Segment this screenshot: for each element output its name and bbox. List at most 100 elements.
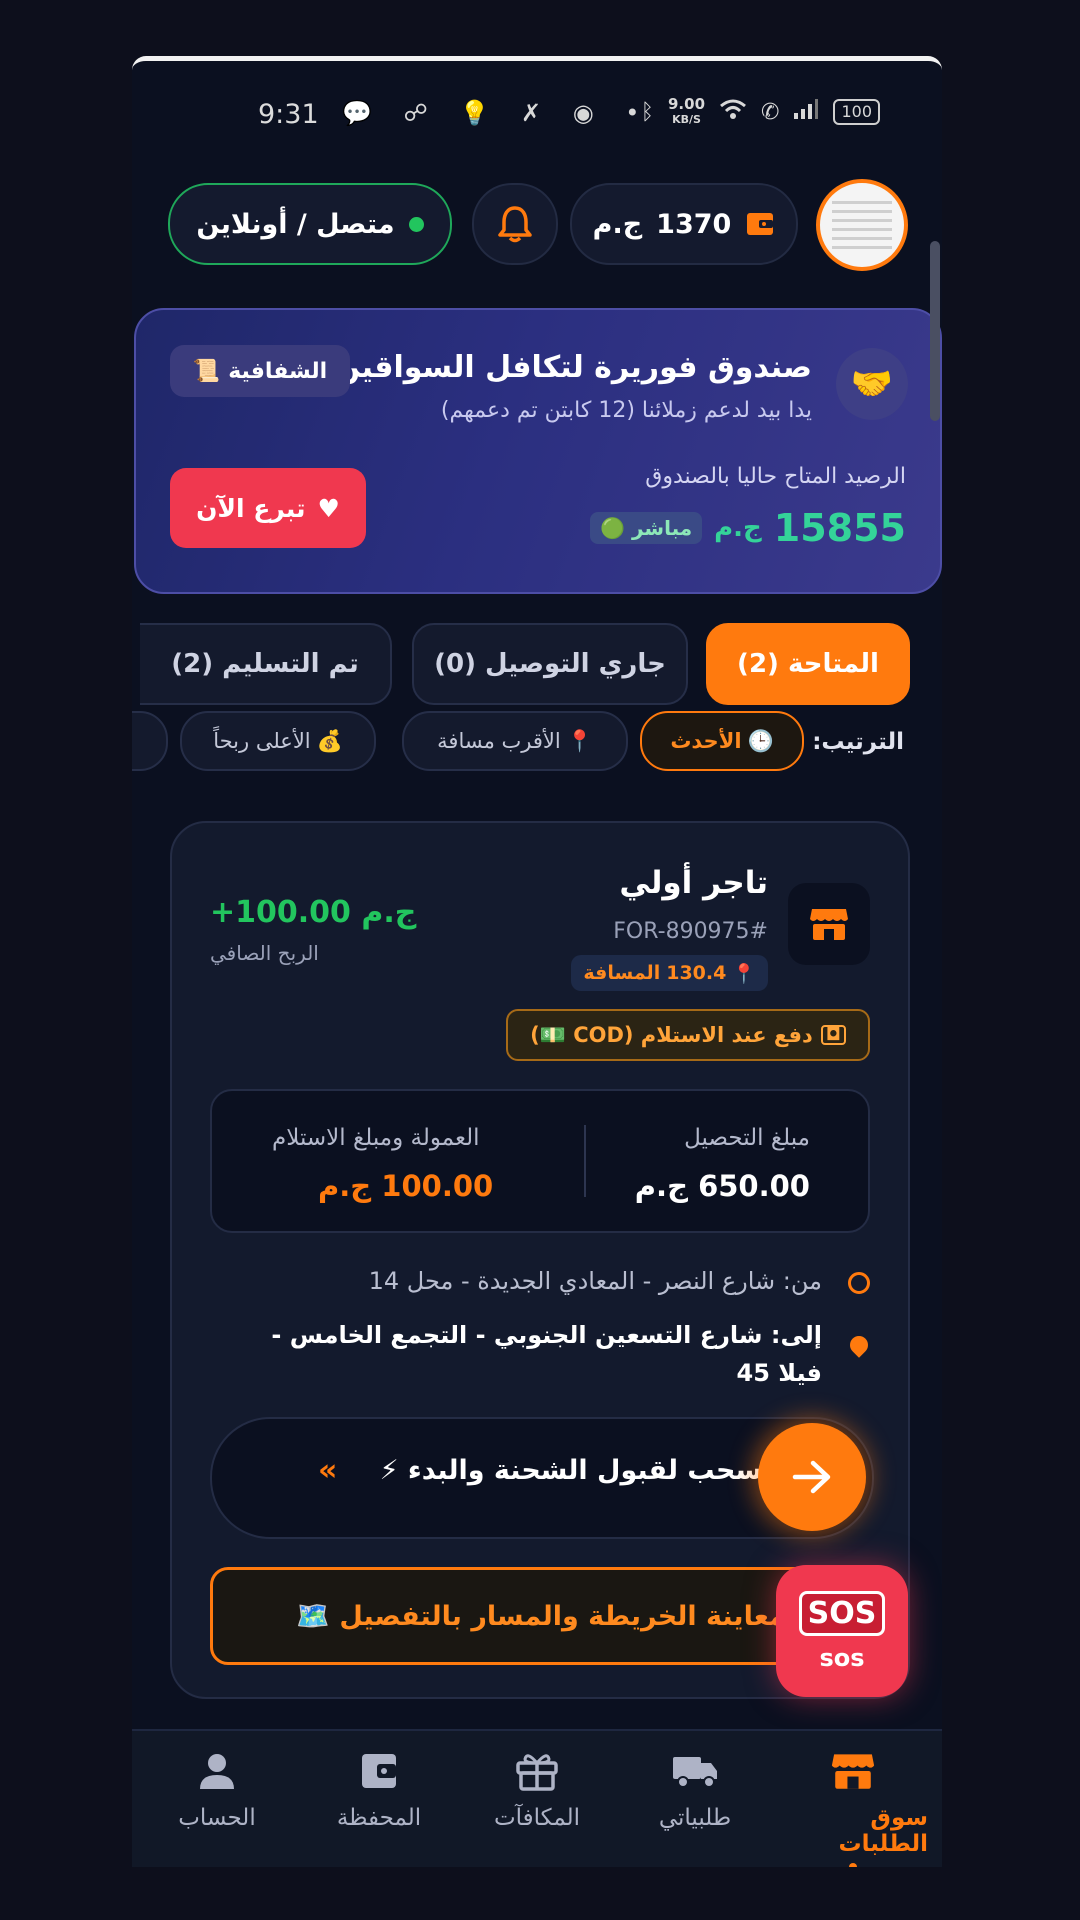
net-speed-value: 9.00 xyxy=(668,95,706,113)
tab-delivered[interactable]: تم التسليم (2) xyxy=(140,623,392,705)
tab-delivered-label: تم التسليم (2) xyxy=(171,649,359,679)
profit-currency: ج.م xyxy=(361,895,417,930)
solidarity-fund-card: 🤝 صندوق فوريرة لتكافل السواقين يدا بيد ل… xyxy=(134,308,942,594)
nav-rewards-label: المكافآت xyxy=(493,1805,581,1831)
dropoff-address-line2: فيلا 45 xyxy=(736,1359,823,1387)
sos-button[interactable]: SOS sos xyxy=(776,1565,908,1697)
cod-label: دفع عند الاستلام (COD 💵) xyxy=(530,1022,813,1047)
swipe-label: سحب لقبول الشحنة والبدء ⚡ xyxy=(379,1455,762,1486)
sos-icon: SOS xyxy=(798,1590,886,1636)
order-id: FOR-890975# xyxy=(613,919,768,944)
sort-highest-profit-label: الأعلى ربحاً xyxy=(213,729,311,753)
distance-label: المسافة xyxy=(583,962,661,984)
transparency-label: الشفافية xyxy=(228,358,328,384)
commission-value: 100.00 ج.م xyxy=(318,1169,494,1203)
wallet-icon xyxy=(362,1754,396,1788)
donate-label: تبرع الآن xyxy=(196,493,306,523)
bell-icon xyxy=(498,206,532,243)
heart-icon: ♥ xyxy=(317,493,340,523)
merchant-name: تاجر أولي xyxy=(619,865,768,901)
pin-icon: 📍 xyxy=(732,962,756,985)
sort-label: الترتيب: xyxy=(812,729,904,755)
transparency-button[interactable]: الشفافية 📜 xyxy=(170,345,350,397)
notifications-button[interactable] xyxy=(472,183,558,265)
system-icons: ᛒ 9.00 KB/S ✆ 100 xyxy=(641,97,880,127)
amounts-divider xyxy=(584,1125,586,1197)
amounts-box: مبلغ التحصيل 650.00 ج.م العمولة ومبلغ ال… xyxy=(210,1089,870,1233)
tab-in-delivery[interactable]: جاري التوصيل (0) xyxy=(412,623,688,705)
nav-wallet-label: المحفظة xyxy=(336,1805,422,1831)
fund-balance-row: 15855 ج.م مباشر 🟢 xyxy=(590,506,906,550)
tab-available-label: المتاحة (2) xyxy=(737,649,879,679)
signal-icon xyxy=(793,98,819,126)
fund-subtitle: يدا بيد لدعم زملائنا (12 كابتن تم دعمهم) xyxy=(440,398,812,423)
wallet-balance-button[interactable]: ج.م 1370 xyxy=(570,183,798,265)
cash-icon: ◘ xyxy=(820,1025,846,1045)
notification-icons: 💬 ☍ 💡 ✗ ◉ • xyxy=(342,99,652,127)
tab-in-delivery-label: جاري التوصيل (0) xyxy=(434,649,666,679)
sort-newest-label: الأحدث xyxy=(670,729,742,753)
nav-account[interactable]: الحساب xyxy=(142,1751,292,1831)
nav-rewards[interactable]: المكافآت xyxy=(462,1751,612,1831)
net-speed: 9.00 KB/S xyxy=(668,97,705,127)
live-label: مباشر xyxy=(631,516,693,540)
sort-more-chip[interactable] xyxy=(132,711,168,771)
pickup-address: من: شارع النصر - المعادي الجديدة - محل 1… xyxy=(368,1267,822,1295)
collect-amount-label: مبلغ التحصيل xyxy=(684,1125,810,1151)
handshake-icon: 🤝 xyxy=(836,348,908,420)
collect-amount-value: 650.00 ج.م xyxy=(634,1169,810,1203)
sort-nearest-label: الأقرب مسافة xyxy=(437,729,561,753)
commission-label: العمولة ومبلغ الاستلام xyxy=(272,1125,480,1151)
distance-value: 130.4 xyxy=(666,962,727,984)
donate-button[interactable]: ♥ تبرع الآن xyxy=(170,468,366,548)
avatar-image xyxy=(832,201,892,249)
phone-screen: 9:31 💬 ☍ 💡 ✗ ◉ • ᛒ 9.00 KB/S ✆ 100 متصل … xyxy=(132,56,942,1867)
call-icon: ✆ xyxy=(761,99,780,125)
store-icon xyxy=(831,1754,875,1789)
sort-newest-chip[interactable]: 🕒 الأحدث xyxy=(640,711,804,771)
swipe-arrows-icon: « xyxy=(318,1453,338,1488)
page-scrollbar[interactable] xyxy=(930,241,940,421)
scroll-icon: 📜 xyxy=(192,358,221,384)
fund-title: صندوق فوريرة لتكافل السواقين xyxy=(334,350,812,385)
status-time: 9:31 xyxy=(258,99,319,130)
live-badge: مباشر 🟢 xyxy=(590,512,703,544)
online-status-toggle[interactable]: متصل / أونلاين xyxy=(168,183,452,265)
nav-my-orders[interactable]: طلبياتي xyxy=(620,1751,770,1831)
net-speed-unit: KB/S xyxy=(672,113,701,126)
wallet-currency: ج.م xyxy=(592,208,643,240)
online-status-label: متصل / أونلاين xyxy=(196,208,395,240)
destination-pin-icon xyxy=(846,1332,872,1358)
sort-nearest-chip[interactable]: 📍 الأقرب مسافة xyxy=(402,711,628,771)
pin-icon: 📍 xyxy=(566,728,593,753)
active-dot xyxy=(849,1863,857,1867)
gift-icon xyxy=(516,1754,558,1791)
swipe-to-accept-slider[interactable]: سحب لقبول الشحنة والبدء ⚡ « xyxy=(210,1417,874,1539)
wallet-icon xyxy=(747,213,774,235)
clock-icon: 🕒 xyxy=(747,728,774,753)
dropoff-address-line1: إلى: شارع التسعين الجنوبي - التجمع الخام… xyxy=(271,1321,822,1349)
fund-balance-value: 15855 xyxy=(773,506,906,550)
nav-my-orders-label: طلبياتي xyxy=(658,1805,732,1831)
fund-balance-currency: ج.م xyxy=(714,513,762,543)
net-profit-label: الربح الصافي xyxy=(210,941,319,965)
online-dot-icon xyxy=(408,216,424,232)
profile-avatar[interactable] xyxy=(816,179,908,271)
tab-available[interactable]: المتاحة (2) xyxy=(706,623,910,705)
cod-badge: ◘ دفع عند الاستلام (COD 💵) xyxy=(506,1009,870,1061)
nav-orders-market[interactable]: سوق الطلبات xyxy=(778,1751,928,1867)
nav-orders-market-label: سوق الطلبات xyxy=(838,1805,928,1857)
origin-circle-icon xyxy=(848,1272,870,1294)
truck-icon xyxy=(673,1757,717,1788)
nav-account-label: الحساب xyxy=(178,1805,256,1831)
swipe-handle[interactable] xyxy=(758,1423,866,1531)
sos-label: sos xyxy=(819,1643,865,1672)
map-preview-button[interactable]: معاينة الخريطة والمسار بالتفصيل 🗺️ xyxy=(210,1567,872,1665)
sort-highest-profit-chip[interactable]: 💰 الأعلى ربحاً xyxy=(180,711,376,771)
status-bar: 9:31 💬 ☍ 💡 ✗ ◉ • ᛒ 9.00 KB/S ✆ 100 xyxy=(132,61,942,171)
nav-wallet[interactable]: المحفظة xyxy=(304,1751,454,1831)
map-preview-label: معاينة الخريطة والمسار بالتفصيل 🗺️ xyxy=(296,1601,786,1632)
net-profit-value: +100.00 ج.م xyxy=(210,895,416,930)
wallet-amount: 1370 xyxy=(656,208,732,240)
distance-badge: 📍 130.4 المسافة xyxy=(571,955,768,991)
